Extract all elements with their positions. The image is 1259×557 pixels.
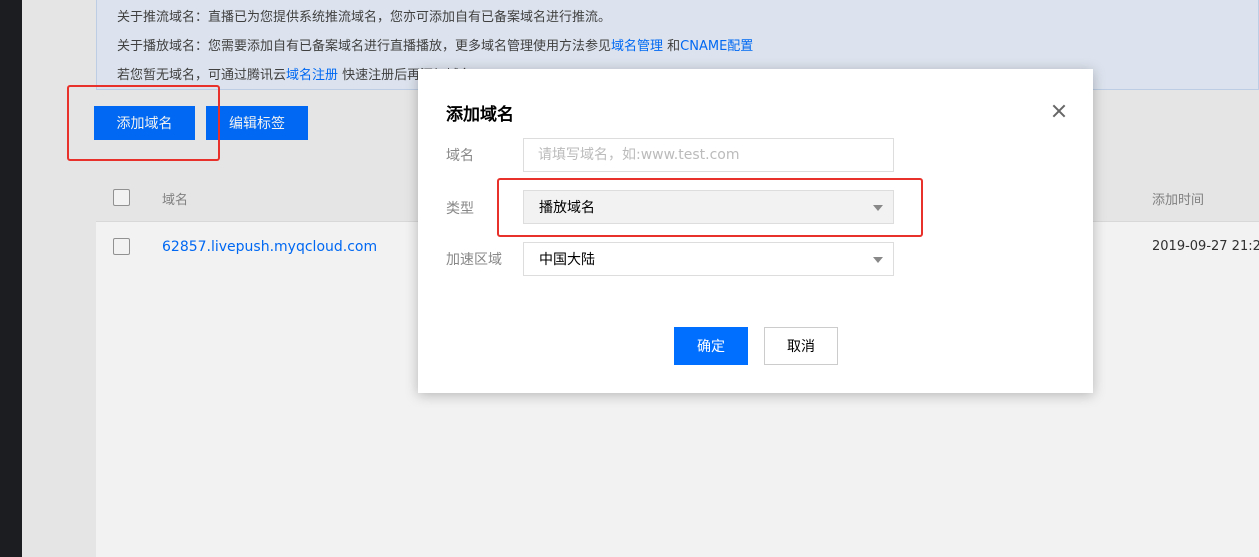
type-label: 类型 <box>446 201 474 217</box>
highlight-box-add-button <box>67 85 220 161</box>
close-icon[interactable] <box>1051 103 1067 119</box>
domain-input[interactable] <box>523 138 894 172</box>
confirm-button[interactable]: 确定 <box>674 327 748 365</box>
region-select[interactable]: 中国大陆 <box>523 242 894 276</box>
cancel-button[interactable]: 取消 <box>764 327 838 365</box>
region-label: 加速区域 <box>446 252 502 268</box>
highlight-box-type-select <box>497 178 923 237</box>
region-select-value: 中国大陆 <box>539 252 595 268</box>
dialog-title: 添加域名 <box>446 105 514 125</box>
domain-label: 域名 <box>446 148 474 164</box>
caret-down-icon <box>873 257 883 263</box>
